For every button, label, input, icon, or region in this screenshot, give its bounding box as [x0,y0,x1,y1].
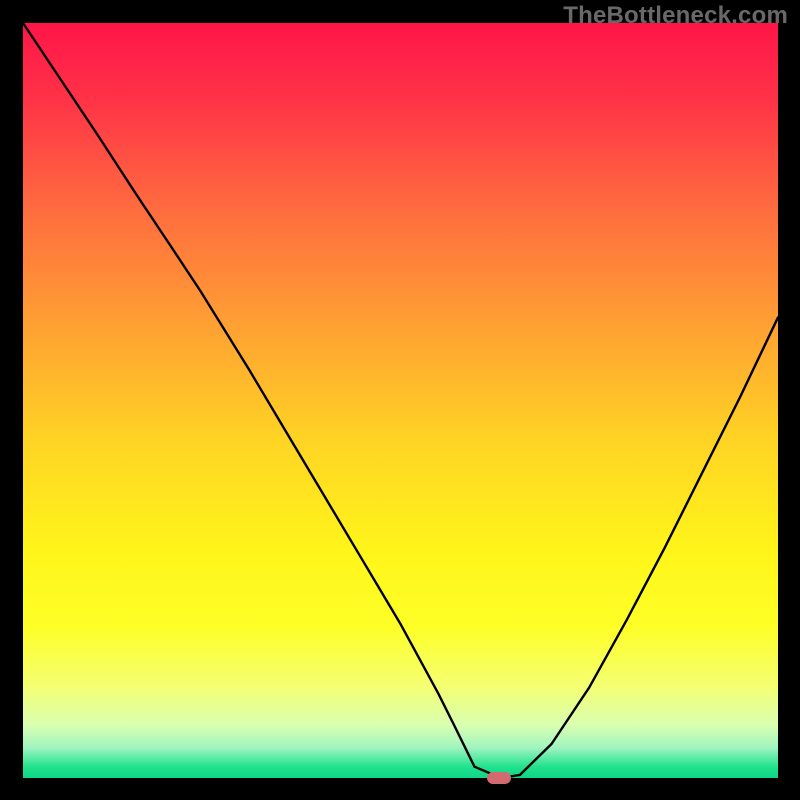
gradient-background [23,23,778,778]
bottleneck-chart [23,23,778,778]
chart-frame: TheBottleneck.com [0,0,800,800]
optimum-marker [487,772,511,784]
